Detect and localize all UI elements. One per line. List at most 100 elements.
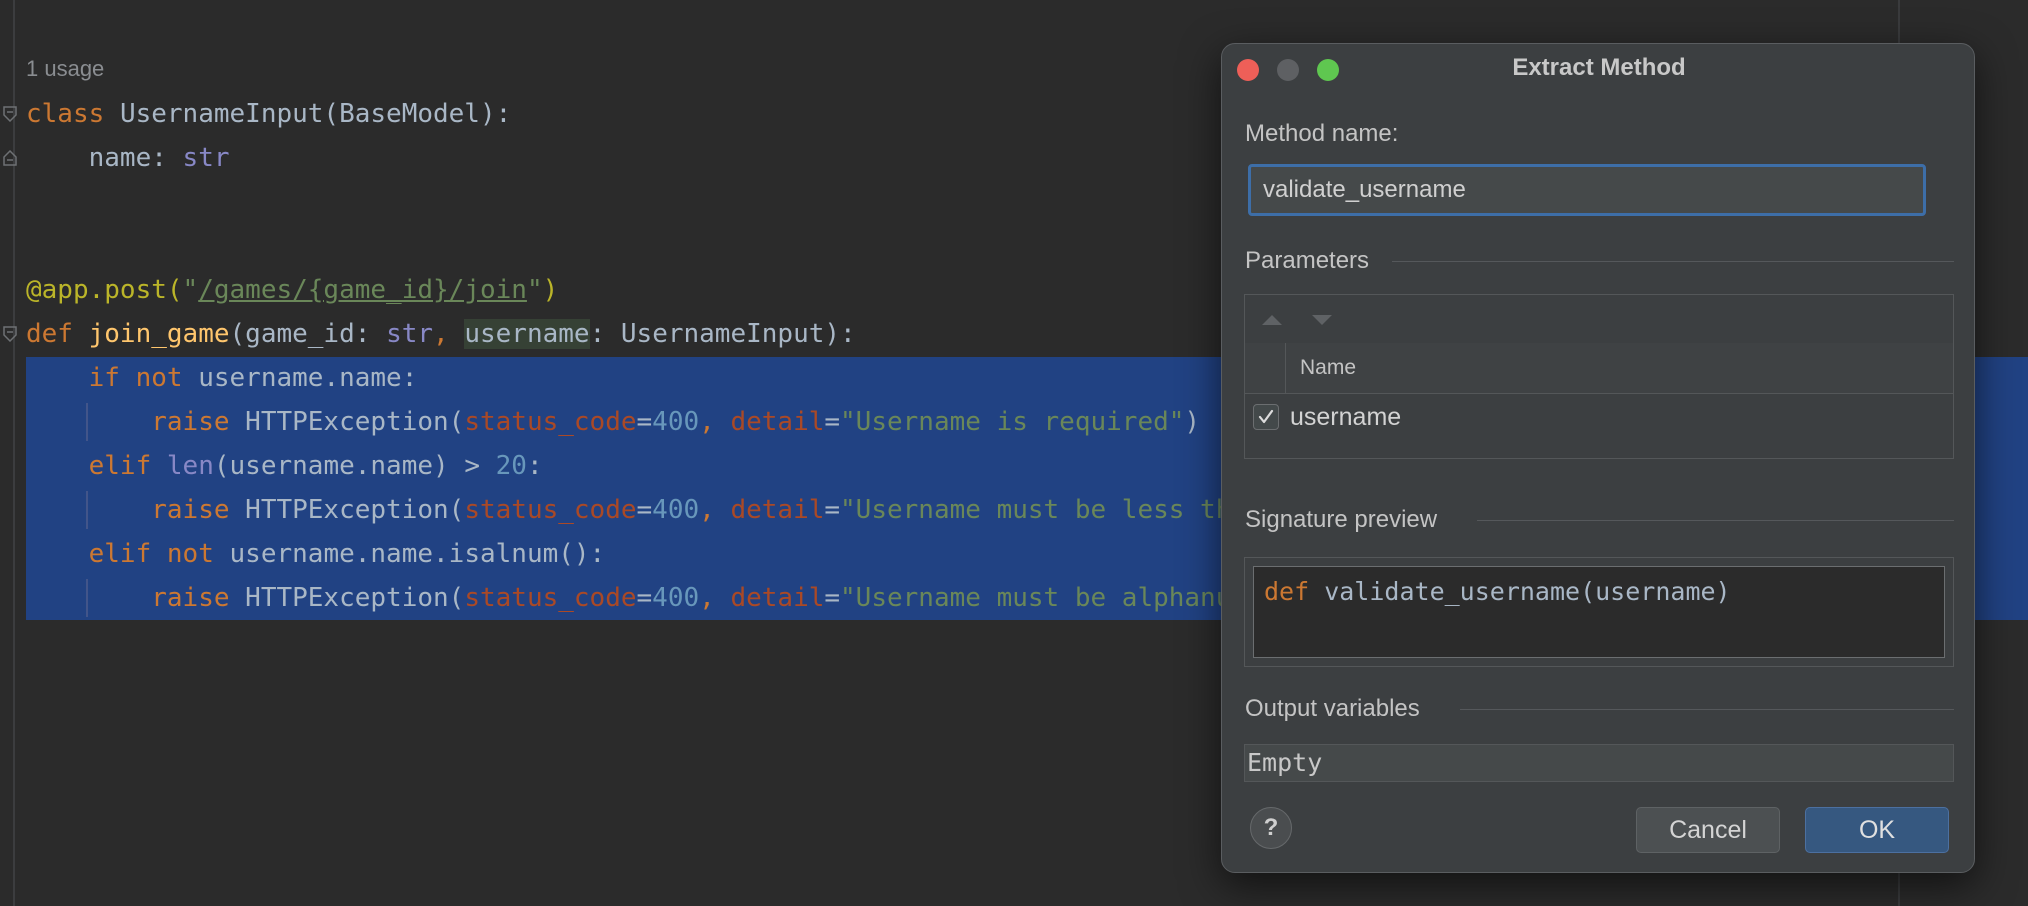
- keyword: elif: [88, 451, 152, 481]
- colon: :: [526, 451, 543, 481]
- argument-name: detail: [730, 583, 825, 613]
- parameter-checkbox[interactable]: [1253, 404, 1279, 430]
- move-down-icon[interactable]: [1309, 311, 1335, 329]
- type: str: [182, 143, 230, 173]
- comma: ,: [699, 583, 731, 613]
- number: 20: [495, 451, 527, 481]
- number: 400: [652, 583, 700, 613]
- code-line[interactable]: elif not username.name.isalnum():: [26, 532, 606, 576]
- parameters-toolbar: [1245, 295, 1953, 344]
- column-header-name[interactable]: Name: [1300, 356, 1356, 380]
- keyword: elif: [88, 539, 152, 569]
- code-line[interactable]: @app.post("/games/{game_id}/join"): [26, 268, 558, 312]
- keyword: not: [135, 363, 183, 393]
- string-quote: ": [182, 275, 199, 305]
- number: 400: [652, 495, 700, 525]
- decorator-close: ): [542, 275, 559, 305]
- argument-name: detail: [730, 407, 825, 437]
- number: 400: [652, 407, 700, 437]
- keyword: def: [26, 319, 73, 349]
- code-line[interactable]: elif len(username.name) > 20:: [26, 444, 543, 488]
- table-row[interactable]: username: [1245, 393, 1953, 443]
- help-button[interactable]: ?: [1250, 807, 1292, 849]
- signature-preview: def validate_username(username): [1244, 557, 1954, 667]
- fold-icon[interactable]: [3, 326, 17, 342]
- equals: =: [824, 583, 841, 613]
- section-divider: [1460, 709, 1954, 710]
- call: HTTPException(: [229, 495, 465, 525]
- keyword: raise: [151, 495, 230, 525]
- builtin: len: [166, 451, 214, 481]
- code-line[interactable]: def join_game(game_id: str, username: Us…: [26, 312, 856, 356]
- close-paren: ): [1184, 407, 1201, 437]
- comma: ,: [699, 407, 731, 437]
- parameter-name: username: [1290, 403, 1402, 431]
- decorator: @app.post(: [26, 275, 183, 305]
- code-line[interactable]: raise HTTPException(status_code=400, det…: [26, 488, 1231, 532]
- signature-preview-editor[interactable]: def validate_username(username): [1253, 566, 1945, 658]
- class-name: UsernameInput(BaseModel):: [119, 99, 512, 129]
- comma: ,: [699, 495, 731, 525]
- method-name-label: Method name:: [1245, 120, 1399, 147]
- code-line[interactable]: class UsernameInput(BaseModel):: [26, 92, 511, 136]
- params: : UsernameInput):: [589, 319, 856, 349]
- gutter-divider: [13, 0, 15, 906]
- parameters-table: Name username: [1244, 294, 1954, 459]
- ok-button[interactable]: OK: [1805, 807, 1949, 853]
- string: "Username must be alphanu: [840, 583, 1232, 613]
- code-line[interactable]: if not username.name:: [26, 356, 418, 400]
- method-name-input[interactable]: [1248, 164, 1926, 216]
- signature-preview-label: Signature preview: [1245, 506, 1438, 533]
- keyword: class: [26, 99, 105, 129]
- string: "Username is required": [840, 407, 1185, 437]
- table-header: Name: [1245, 343, 1953, 394]
- cancel-button[interactable]: Cancel: [1636, 807, 1780, 853]
- string-quote: ": [526, 275, 543, 305]
- comma: ,: [433, 319, 465, 349]
- keyword: def: [1264, 577, 1310, 606]
- fold-end-icon[interactable]: [3, 150, 17, 166]
- extract-method-dialog: Extract Method Method name: Parameters N…: [1221, 43, 1975, 873]
- highlighted-param: username: [464, 319, 590, 349]
- params: (game_id:: [229, 319, 387, 349]
- function-name: join_game: [88, 319, 230, 349]
- argument-name: status_code: [464, 495, 637, 525]
- parameters-label: Parameters: [1245, 247, 1370, 274]
- equals: =: [636, 495, 653, 525]
- argument-name: status_code: [464, 407, 637, 437]
- section-divider: [1392, 261, 1954, 262]
- keyword: raise: [151, 407, 230, 437]
- call: HTTPException(: [229, 407, 465, 437]
- argument-name: detail: [730, 495, 825, 525]
- call: HTTPException(: [229, 583, 465, 613]
- fold-icon[interactable]: [3, 106, 17, 122]
- keyword: not: [166, 539, 214, 569]
- signature-code: def validate_username(username): [1264, 577, 1731, 606]
- expression: (username.name) >: [213, 451, 496, 481]
- output-variables-label: Output variables: [1245, 695, 1420, 722]
- move-up-icon[interactable]: [1259, 311, 1285, 329]
- expression: username.name:: [182, 363, 418, 393]
- equals: =: [824, 407, 841, 437]
- equals: =: [636, 407, 653, 437]
- keyword: raise: [151, 583, 230, 613]
- string: "Username must be less th: [840, 495, 1232, 525]
- signature-text: validate_username(username): [1309, 577, 1731, 606]
- output-variables-box: Empty: [1244, 744, 1954, 782]
- field: name:: [88, 143, 183, 173]
- output-variables-value: Empty: [1247, 748, 1323, 777]
- code-line[interactable]: raise HTTPException(status_code=400, det…: [26, 400, 1200, 444]
- column-divider: [1285, 343, 1286, 393]
- code-line[interactable]: name: str: [26, 136, 230, 180]
- code-line[interactable]: raise HTTPException(status_code=400, det…: [26, 576, 1231, 620]
- dialog-title: Extract Method: [1512, 54, 1686, 81]
- route-link[interactable]: /games/{game_id}/join: [198, 275, 527, 305]
- equals: =: [824, 495, 841, 525]
- type: str: [386, 319, 434, 349]
- keyword: if: [88, 363, 120, 393]
- argument-name: status_code: [464, 583, 637, 613]
- equals: =: [636, 583, 653, 613]
- usage-hint[interactable]: 1 usage: [26, 56, 104, 82]
- section-divider: [1477, 520, 1954, 521]
- expression: username.name.isalnum():: [213, 539, 606, 569]
